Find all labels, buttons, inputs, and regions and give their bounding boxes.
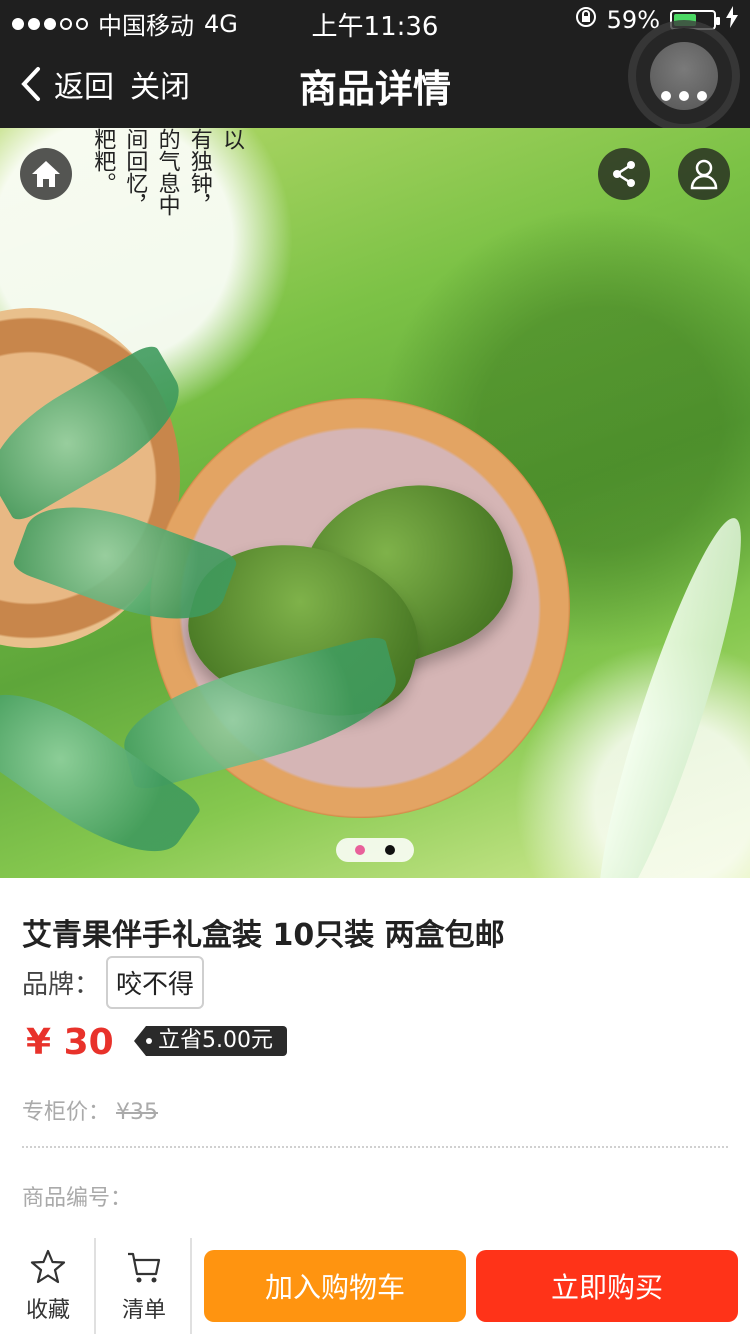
- battery-icon: [670, 10, 720, 30]
- share-button[interactable]: [598, 148, 650, 200]
- brand-row: 品牌： 咬不得: [22, 956, 205, 1009]
- original-price: ¥35: [116, 1100, 159, 1125]
- add-to-cart-button[interactable]: 加入购物车: [204, 1250, 466, 1322]
- cart-list-button[interactable]: 清单: [96, 1238, 192, 1334]
- carousel-indicator: [336, 838, 414, 862]
- poem-text: 以 有独钟， 的气息中 间回忆， 粑粑。: [90, 128, 244, 216]
- star-icon: [30, 1249, 66, 1284]
- shopping-cart-icon: [128, 1252, 161, 1283]
- carousel-dot[interactable]: [385, 845, 395, 855]
- product-title: 艾青果伴手礼盒装 10只装 两盒包邮: [22, 918, 505, 953]
- original-price-row: 专柜价： ¥35: [22, 1094, 158, 1126]
- user-profile-button[interactable]: [678, 148, 730, 200]
- buy-now-button[interactable]: 立即购买: [476, 1250, 738, 1322]
- original-price-label: 专柜价：: [22, 1100, 111, 1125]
- bottom-action-bar: 收藏 清单 加入购物车 立即购买: [0, 1238, 750, 1334]
- product-price: ¥ 30: [26, 1022, 114, 1063]
- more-menu-button[interactable]: [636, 28, 732, 124]
- orientation-lock-icon: [575, 6, 597, 34]
- charging-icon: [726, 6, 738, 34]
- battery-percent: 59%: [606, 6, 660, 34]
- home-button[interactable]: [20, 148, 72, 200]
- navigation-bar: 返回 关闭 商品详情: [0, 28, 750, 128]
- favorite-label: 收藏: [25, 1298, 70, 1323]
- carousel-dot[interactable]: [355, 845, 365, 855]
- product-code-label: 商品编号：: [22, 1186, 133, 1211]
- share-icon: [613, 161, 635, 187]
- cart-list-label: 清单: [121, 1298, 166, 1323]
- more-dots-icon: [661, 91, 671, 101]
- top-bar: 中国移动 4G 上午11:36 59% 返回 关闭 商品详情: [0, 0, 750, 128]
- divider: [22, 1146, 728, 1148]
- home-icon: [32, 161, 60, 187]
- brand-tag[interactable]: 咬不得: [106, 956, 205, 1009]
- product-image-carousel[interactable]: 以 有独钟， 的气息中 间回忆， 粑粑。: [0, 128, 750, 878]
- discount-badge: 立省5.00元: [134, 1026, 287, 1056]
- brand-label: 品牌：: [22, 970, 101, 1000]
- favorite-button[interactable]: 收藏: [0, 1238, 96, 1334]
- user-icon: [690, 159, 718, 190]
- status-bar: 中国移动 4G 上午11:36 59%: [0, 0, 750, 42]
